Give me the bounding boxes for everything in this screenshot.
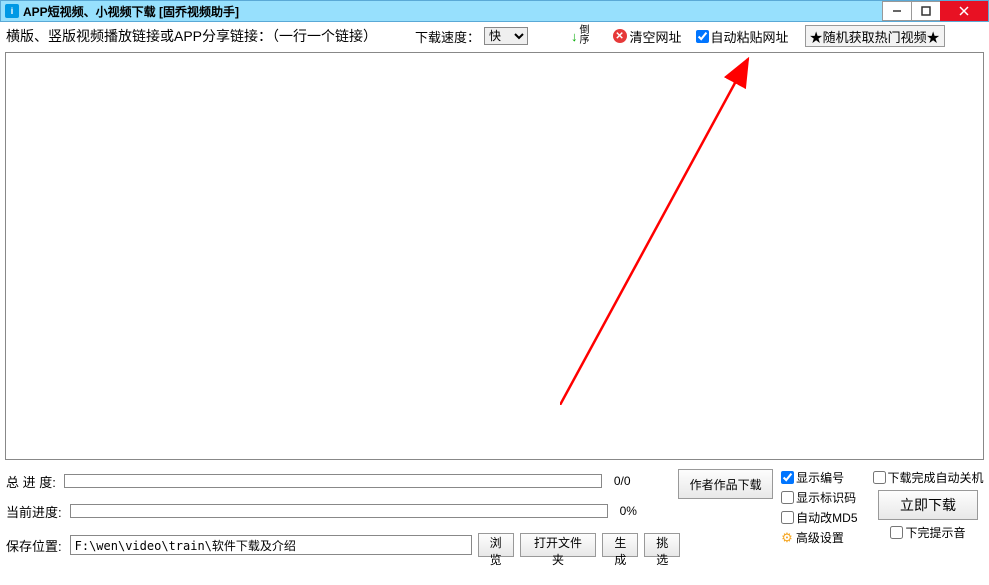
browse-button[interactable]: 浏览 [478, 533, 514, 557]
window-title: APP短视频、小视频下载 [固乔视频助手] [23, 3, 883, 20]
clear-url-label: 清空网址 [630, 27, 682, 46]
auto-md5-checkbox-wrap[interactable]: 自动改MD5 [781, 509, 865, 526]
current-progress-label: 当前进度: [6, 502, 64, 521]
close-button[interactable] [940, 1, 988, 21]
current-progress-bar [70, 504, 608, 518]
pick-button[interactable]: 挑选 [644, 533, 680, 557]
author-works-button[interactable]: 作者作品下载 [678, 469, 773, 499]
done-sound-checkbox[interactable] [890, 526, 903, 539]
auto-shutdown-checkbox[interactable] [873, 471, 886, 484]
down-arrow-icon: ↓ [571, 29, 578, 44]
speed-label: 下载速度： [415, 27, 480, 46]
current-progress-text: 0% [614, 504, 654, 518]
toolbar: 横版、竖版视频播放链接或APP分享链接：（一行一个链接） 下载速度： 快 ↓ 倒… [0, 22, 989, 50]
link-instruction-label: 横版、竖版视频播放链接或APP分享链接：（一行一个链接） [6, 26, 377, 46]
auto-shutdown-label: 下载完成自动关机 [888, 469, 984, 486]
show-number-label: 显示编号 [796, 469, 844, 486]
clear-x-icon: ✕ [613, 29, 627, 43]
show-code-checkbox[interactable] [781, 491, 794, 504]
done-sound-label: 下完提示音 [905, 524, 965, 541]
gear-icon: ⚙ [781, 530, 793, 546]
save-path-input[interactable] [70, 535, 472, 555]
done-sound-checkbox-wrap[interactable]: 下完提示音 [890, 524, 965, 541]
generate-button[interactable]: 生成 [602, 533, 638, 557]
maximize-button[interactable] [911, 1, 941, 21]
reverse-order-button[interactable]: ↓ 倒序 [571, 26, 590, 46]
show-code-checkbox-wrap[interactable]: 显示标识码 [781, 489, 865, 506]
advanced-label: 高级设置 [796, 529, 844, 546]
window-controls [883, 1, 988, 21]
show-code-label: 显示标识码 [796, 489, 856, 506]
titlebar: i APP短视频、小视频下载 [固乔视频助手] [0, 0, 989, 22]
advanced-settings-button[interactable]: ⚙ 高级设置 [781, 529, 865, 546]
show-number-checkbox-wrap[interactable]: 显示编号 [781, 469, 865, 486]
reverse-label: 倒序 [580, 26, 590, 46]
save-location-label: 保存位置: [6, 536, 64, 555]
total-progress-label: 总 进 度: [6, 472, 58, 491]
auto-paste-checkbox-wrap[interactable]: 自动粘贴网址 [696, 27, 789, 46]
auto-paste-label: 自动粘贴网址 [711, 27, 789, 46]
bottom-panel: 总 进 度: 0/0 当前进度: 0% 保存位置: 浏览 打开文件夹 生成 挑选… [0, 463, 989, 561]
speed-select[interactable]: 快 [484, 27, 528, 45]
auto-md5-checkbox[interactable] [781, 511, 794, 524]
total-progress-text: 0/0 [608, 474, 648, 488]
minimize-button[interactable] [882, 1, 912, 21]
url-textarea[interactable] [5, 52, 984, 460]
show-number-checkbox[interactable] [781, 471, 794, 484]
open-folder-button[interactable]: 打开文件夹 [520, 533, 597, 557]
app-icon: i [5, 4, 19, 18]
download-now-button[interactable]: 立即下载 [878, 490, 978, 520]
clear-url-button[interactable]: ✕ 清空网址 [613, 27, 682, 46]
auto-shutdown-checkbox-wrap[interactable]: 下载完成自动关机 [873, 469, 984, 486]
auto-md5-label: 自动改MD5 [796, 509, 857, 526]
total-progress-bar [64, 474, 602, 488]
random-hot-video-button[interactable]: ★随机获取热门视频★ [805, 25, 945, 47]
auto-paste-checkbox[interactable] [696, 30, 709, 43]
